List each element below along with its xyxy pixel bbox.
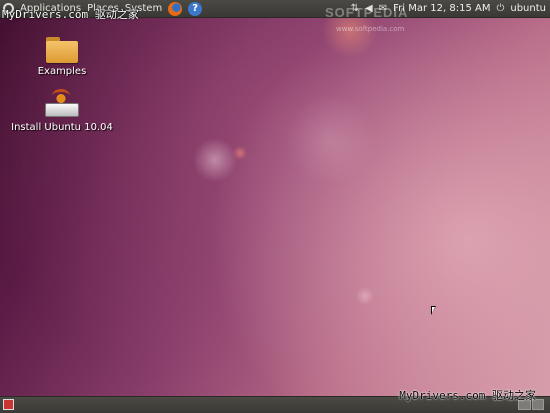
help-icon[interactable]: ? — [188, 1, 203, 16]
folder-icon — [46, 37, 78, 63]
watermark-softpedia-url: www.softpedia.com — [336, 25, 405, 33]
desktop-item-label: Examples — [37, 66, 87, 77]
watermark-top-left: MyDrivers.com 驱动之家 — [2, 8, 139, 21]
watermark-softpedia: SOFTPEDIA — [325, 5, 409, 20]
desktop-item-examples[interactable]: Examples — [7, 37, 117, 77]
desktop-item-install-ubuntu[interactable]: Install Ubuntu 10.04 — [7, 89, 117, 133]
watermark-bottom-right: MyDrivers.com 驱动之家 — [399, 389, 536, 402]
user-menu[interactable]: ubuntu — [510, 0, 546, 17]
mouse-cursor-icon — [431, 306, 436, 315]
desktop-item-label: Install Ubuntu 10.04 — [11, 122, 113, 133]
firefox-icon[interactable] — [168, 1, 183, 16]
show-desktop-icon[interactable] — [3, 399, 14, 410]
installer-icon — [45, 89, 79, 119]
power-icon[interactable]: ⏻ — [496, 0, 504, 17]
